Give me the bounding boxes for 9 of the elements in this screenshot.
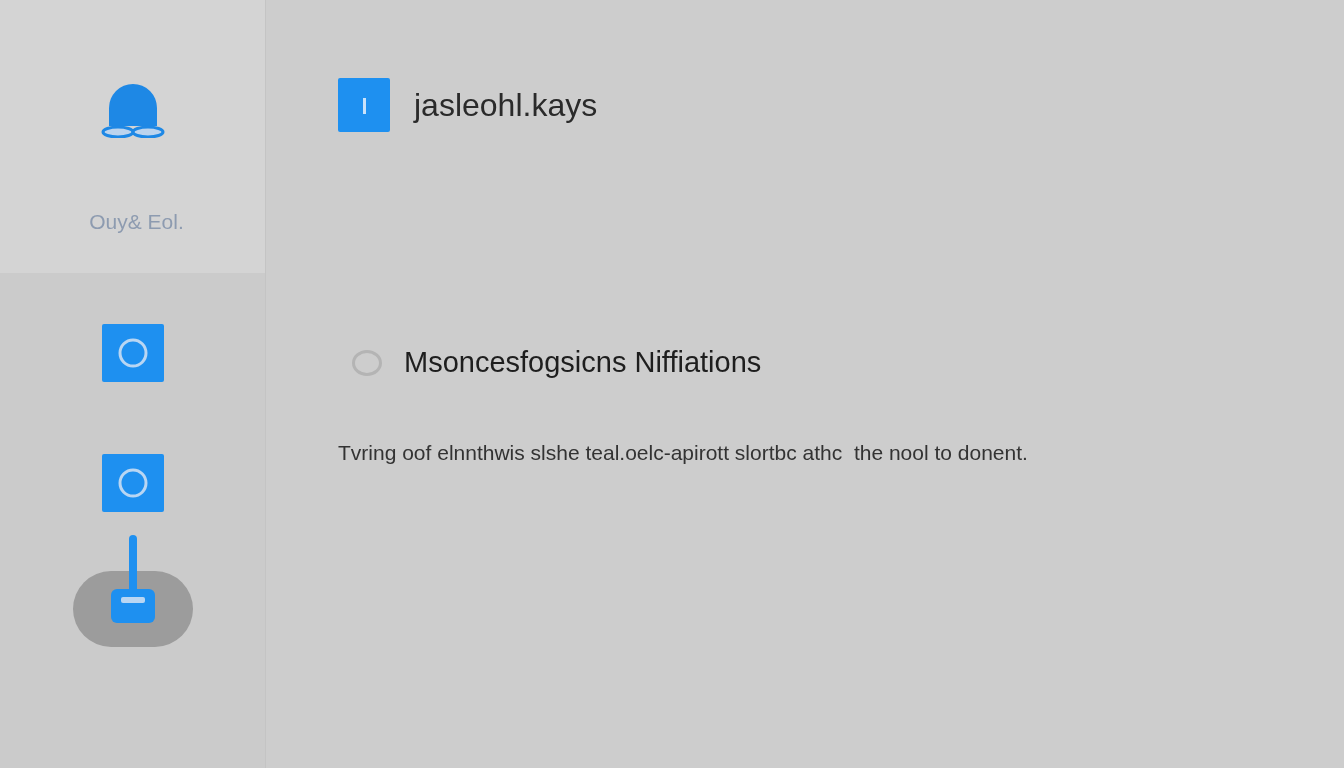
- sidebar-item[interactable]: [72, 535, 193, 647]
- option-label: Msoncesfogsicns Niffiations: [404, 346, 762, 379]
- description-text: Tvring oof elnnthwis slshe teal.oelc-apirott slortbc athc the nool to donent.: [338, 441, 1029, 465]
- profile-label: Ouy& Eol.: [89, 210, 184, 234]
- page-title: jasleohl.kays: [414, 86, 598, 124]
- profile-icon: [100, 82, 165, 138]
- app-icon: [338, 78, 390, 132]
- radio-button[interactable]: [352, 349, 382, 376]
- lever-icon: [110, 535, 155, 623]
